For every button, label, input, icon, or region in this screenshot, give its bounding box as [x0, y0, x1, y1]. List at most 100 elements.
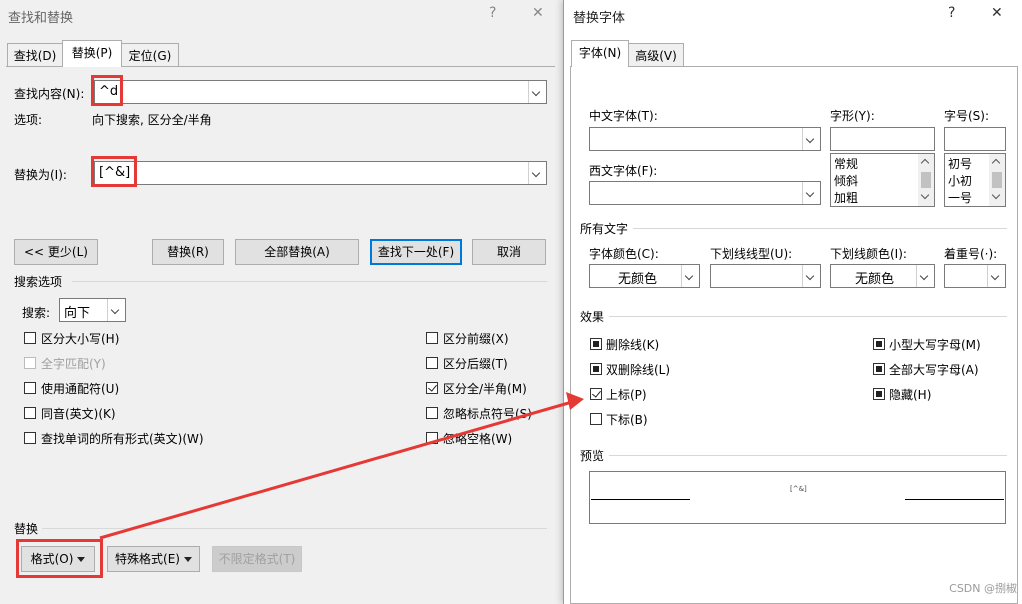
- checkbox-label[interactable]: 下标(B): [606, 411, 648, 428]
- checkbox[interactable]: [426, 332, 438, 344]
- cn-font-select[interactable]: [589, 127, 821, 151]
- tab-font[interactable]: 字体(N): [571, 40, 629, 67]
- underline-color-label: 下划线颜色(I):: [830, 247, 907, 261]
- options-label: 选项:: [14, 113, 43, 127]
- checkbox-label[interactable]: 同音(英文)(K): [41, 405, 116, 422]
- checkbox[interactable]: [24, 332, 36, 344]
- tab-goto[interactable]: 定位(G): [121, 43, 179, 67]
- separator: [609, 455, 1007, 456]
- list-item[interactable]: 初号: [948, 155, 972, 172]
- chevron-down-icon[interactable]: [528, 162, 546, 184]
- font-style-list[interactable]: 常规 倾斜 加粗: [830, 153, 935, 207]
- font-size-input[interactable]: [944, 127, 1006, 151]
- replace-button[interactable]: 替换(R): [152, 239, 224, 265]
- checkbox-label[interactable]: 区分全/半角(M): [443, 380, 527, 397]
- replace-panel: 查找内容(N): ^d 选项: 向下搜索, 区分全/半角 替换为(I): [^&…: [6, 66, 555, 604]
- checkbox-label[interactable]: 查找单词的所有形式(英文)(W): [41, 430, 204, 447]
- chevron-down-icon[interactable]: [802, 128, 820, 150]
- separator: [609, 316, 1007, 317]
- underline-color-select[interactable]: 无颜色: [830, 264, 935, 288]
- list-item[interactable]: 加粗: [834, 189, 858, 206]
- checkbox-label[interactable]: 使用通配符(U): [41, 380, 119, 397]
- search-options-title: 搜索选项: [14, 275, 63, 289]
- find-next-button[interactable]: 查找下一处(F): [370, 239, 462, 265]
- font-size-label: 字号(S):: [944, 109, 990, 123]
- checkbox-label[interactable]: 区分大小写(H): [41, 330, 119, 347]
- effects-title: 效果: [580, 310, 605, 324]
- tab-replace[interactable]: 替换(P): [62, 40, 122, 67]
- special-format-button[interactable]: 特殊格式(E): [107, 546, 200, 572]
- checkbox-label[interactable]: 忽略标点符号(S): [443, 405, 532, 422]
- find-replace-dialog: 查找和替换 ? ✕ 查找(D) 替换(P) 定位(G) 查找内容(N): ^d …: [0, 0, 557, 604]
- checkbox[interactable]: [426, 407, 438, 419]
- list-item[interactable]: 倾斜: [834, 172, 858, 189]
- list-item[interactable]: 小初: [948, 172, 972, 189]
- checkbox-label[interactable]: 删除线(K): [606, 336, 659, 353]
- font-style-input[interactable]: [830, 127, 935, 151]
- close-button[interactable]: ✕: [991, 5, 1003, 21]
- less-button[interactable]: << 更少(L): [14, 239, 98, 265]
- checkbox-label[interactable]: 全部大写字母(A): [889, 361, 979, 378]
- list-item[interactable]: 常规: [834, 155, 858, 172]
- tab-find[interactable]: 查找(D): [7, 43, 63, 67]
- checkbox-label[interactable]: 忽略空格(W): [443, 430, 512, 447]
- preview-text: [^&]: [790, 485, 807, 493]
- chevron-down-icon[interactable]: [528, 81, 546, 103]
- west-font-select[interactable]: [589, 181, 821, 205]
- checkbox-label[interactable]: 上标(P): [606, 386, 647, 403]
- help-button[interactable]: ?: [948, 5, 955, 21]
- chevron-down-icon[interactable]: [802, 182, 820, 204]
- checkbox[interactable]: [590, 363, 602, 375]
- annotation-box-replace: [91, 156, 137, 187]
- checkbox[interactable]: [24, 382, 36, 394]
- checkbox-label[interactable]: 隐藏(H): [889, 386, 931, 403]
- font-style-label: 字形(Y):: [830, 109, 875, 123]
- search-direction-select[interactable]: 向下: [59, 298, 126, 322]
- checkbox[interactable]: [873, 388, 885, 400]
- chevron-down-icon[interactable]: [987, 265, 1005, 287]
- checkbox[interactable]: [24, 432, 36, 444]
- help-button[interactable]: ?: [489, 5, 496, 21]
- preview-box: [^&]: [589, 471, 1006, 524]
- replace-all-button[interactable]: 全部替换(A): [235, 239, 359, 265]
- close-button[interactable]: ✕: [532, 5, 544, 21]
- dialog-title: 替换字体: [573, 11, 626, 26]
- annotation-box-format: [16, 539, 103, 578]
- checkbox[interactable]: [873, 338, 885, 350]
- scrollbar[interactable]: [989, 154, 1005, 206]
- checkbox[interactable]: [24, 407, 36, 419]
- chevron-down-icon[interactable]: [916, 265, 934, 287]
- checkbox-label[interactable]: 小型大写字母(M): [889, 336, 981, 353]
- replace-input[interactable]: [^&]: [94, 161, 547, 185]
- tab-advanced[interactable]: 高级(V): [628, 43, 684, 67]
- checkbox[interactable]: [24, 357, 36, 369]
- chevron-down-icon[interactable]: [681, 265, 699, 287]
- scrollbar[interactable]: [918, 154, 934, 206]
- replace-label: 替换为(I):: [14, 168, 67, 182]
- checkbox-label[interactable]: 全字匹配(Y): [41, 355, 106, 372]
- checkbox[interactable]: [590, 413, 602, 425]
- checkbox-label[interactable]: 区分后缀(T): [443, 355, 508, 372]
- all-text-title: 所有文字: [580, 222, 629, 236]
- font-size-list[interactable]: 初号 小初 一号: [944, 153, 1006, 207]
- checkbox-label[interactable]: 区分前缀(X): [443, 330, 509, 347]
- font-color-label: 字体颜色(C):: [589, 247, 659, 261]
- checkbox[interactable]: [426, 357, 438, 369]
- find-input[interactable]: ^d: [94, 80, 547, 104]
- checkbox[interactable]: [590, 388, 602, 400]
- font-color-select[interactable]: 无颜色: [589, 264, 700, 288]
- chevron-down-icon[interactable]: [802, 265, 820, 287]
- emphasis-select[interactable]: [944, 264, 1006, 288]
- checkbox[interactable]: [426, 432, 438, 444]
- checkbox[interactable]: [426, 382, 438, 394]
- list-item[interactable]: 一号: [948, 189, 972, 206]
- checkbox[interactable]: [873, 363, 885, 375]
- no-format-button[interactable]: 不限定格式(T): [212, 546, 302, 572]
- underline-type-select[interactable]: [710, 264, 821, 288]
- checkbox-label[interactable]: 双删除线(L): [606, 361, 670, 378]
- cancel-button[interactable]: 取消: [472, 239, 546, 265]
- search-direction-label: 搜索:: [22, 306, 51, 320]
- emphasis-label: 着重号(·):: [944, 247, 998, 261]
- checkbox[interactable]: [590, 338, 602, 350]
- chevron-down-icon[interactable]: [107, 299, 125, 321]
